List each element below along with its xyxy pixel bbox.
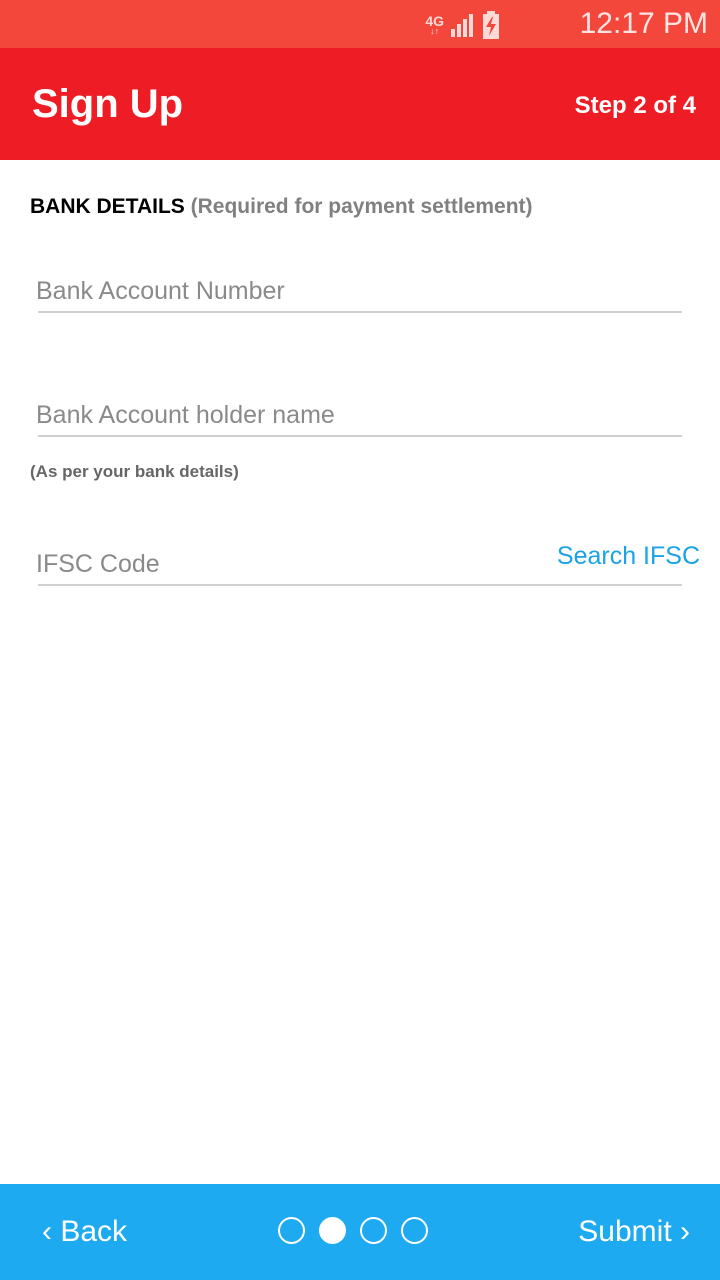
page-title: Sign Up	[32, 82, 184, 126]
search-ifsc-link[interactable]: Search IFSC	[557, 540, 700, 572]
app-bar: Sign Up Step 2 of 4	[0, 48, 720, 160]
status-bar: 4G ↓↑ 12:17 PM	[0, 0, 720, 48]
status-time: 12:17 PM	[579, 7, 708, 40]
step-dot-3	[360, 1217, 387, 1244]
section-title: BANK DETAILS	[30, 195, 185, 218]
step-indicator-label: Step 2 of 4	[574, 92, 696, 119]
step-dot-2-current	[319, 1217, 346, 1244]
step-dot-1	[278, 1217, 305, 1244]
account-holder-name-input[interactable]	[36, 395, 680, 435]
network-4g-icon: 4G ↓↑	[425, 14, 444, 36]
bottom-navigation-bar: ‹ Back Submit ›	[0, 1184, 720, 1280]
account-holder-name-field	[36, 395, 682, 437]
bank-account-number-input[interactable]	[36, 271, 680, 311]
submit-button[interactable]: Submit ›	[578, 1214, 690, 1250]
back-button[interactable]: ‹ Back	[42, 1214, 127, 1250]
holder-name-hint: (As per your bank details)	[30, 462, 239, 481]
signal-icon	[451, 14, 473, 37]
section-note: (Required for payment settlement)	[190, 195, 533, 218]
status-icons: 4G ↓↑	[425, 10, 500, 40]
section-heading: BANK DETAILS (Required for payment settl…	[30, 194, 533, 220]
bank-account-number-field	[36, 271, 682, 313]
step-dot-4	[401, 1217, 428, 1244]
step-progress-dots	[278, 1217, 428, 1244]
battery-charging-icon	[483, 11, 499, 39]
form-content: BANK DETAILS (Required for payment settl…	[0, 160, 720, 1184]
